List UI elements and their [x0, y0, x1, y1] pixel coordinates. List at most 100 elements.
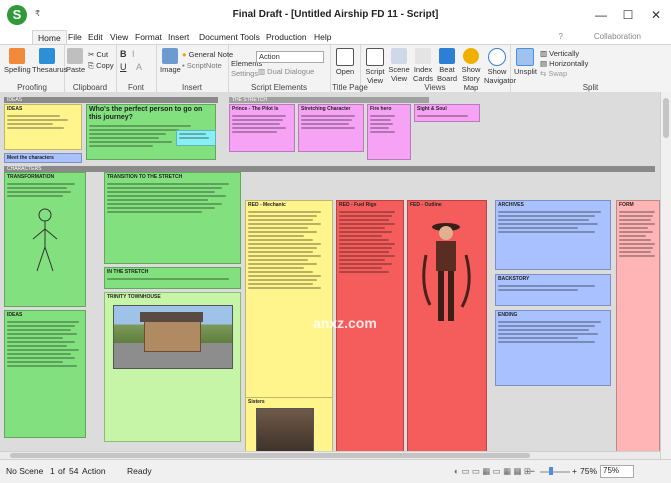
- meet-card[interactable]: Meet the characters: [4, 153, 82, 163]
- paste-icon: [67, 48, 83, 64]
- title-page-group: Open Title Page: [330, 45, 368, 93]
- font-group: B I U A Font: [116, 45, 157, 93]
- image-button[interactable]: Image: [160, 48, 181, 74]
- transition-card[interactable]: TRANSITION TO THE STRETCH: [104, 172, 241, 264]
- menu-view[interactable]: View: [110, 32, 128, 42]
- title-page-icon: [336, 48, 354, 66]
- zoom-in-button[interactable]: +: [572, 466, 577, 476]
- zoom-slider-thumb[interactable]: [549, 467, 553, 475]
- font-label: Font: [127, 83, 144, 92]
- in-stretch-card[interactable]: IN THE STRETCH: [104, 267, 241, 289]
- page-current: 1: [50, 466, 55, 476]
- vertical-scrollbar[interactable]: [660, 92, 671, 459]
- window-title: Final Draft - [Untitled Airship FD 11 - …: [232, 9, 439, 20]
- menu-document[interactable]: Document: [199, 32, 238, 42]
- thesaurus-icon: [39, 48, 55, 64]
- italic-button[interactable]: I: [132, 49, 135, 59]
- menu-tools[interactable]: Tools: [240, 32, 260, 42]
- close-button[interactable]: ✕: [641, 4, 671, 26]
- beat-board-canvas[interactable]: IDEAS CHARACTERS THE STRETCH IDEAS Meet …: [0, 92, 660, 459]
- spelling-button[interactable]: Spelling: [4, 48, 31, 74]
- cut-button[interactable]: ✂ Cut: [88, 50, 108, 59]
- vertical-scroll-thumb[interactable]: [663, 98, 669, 138]
- stretch-band: THE STRETCH: [229, 97, 429, 103]
- zoom-slider[interactable]: [540, 471, 570, 473]
- underline-button[interactable]: U: [120, 62, 127, 72]
- proofing-group: Spelling Thesaurus Proofing: [0, 45, 67, 93]
- menu-help[interactable]: Help: [314, 32, 331, 42]
- idea-card[interactable]: IDEAS: [4, 104, 82, 150]
- menu-bar: Home File Edit View Format Insert Docume…: [0, 30, 671, 45]
- help-icon[interactable]: ?: [559, 32, 563, 41]
- element-select[interactable]: Action: [256, 51, 324, 63]
- transformation-card[interactable]: TRANSFORMATION: [4, 172, 86, 307]
- maximize-button[interactable]: ☐: [613, 4, 643, 26]
- split-group: Unsplit ▥ Vertically ▤ Horizontally ⇆ Sw…: [510, 45, 671, 93]
- beat-board-button[interactable]: Beat Board: [436, 48, 458, 83]
- horizontal-scroll-thumb[interactable]: [10, 453, 530, 458]
- archives-card[interactable]: ARCHIVES: [495, 200, 611, 270]
- navigator-button[interactable]: Show Navigator: [484, 48, 516, 85]
- menu-insert[interactable]: Insert: [168, 32, 189, 42]
- page-total: 54: [69, 466, 79, 476]
- scene-view-button[interactable]: Scene View: [388, 48, 410, 83]
- story-map-icon: [463, 48, 479, 64]
- index-cards-button[interactable]: Index Cards: [412, 48, 434, 83]
- general-note-button[interactable]: ● General Note: [182, 50, 233, 59]
- note-icon: ●: [182, 50, 187, 59]
- beat-board-icon: [439, 48, 455, 64]
- menu-home[interactable]: Home: [32, 30, 67, 45]
- open-title-page-button[interactable]: Open: [334, 48, 356, 76]
- stretching-character-card[interactable]: Stretching Character: [298, 104, 364, 152]
- menu-production[interactable]: Production: [266, 32, 307, 42]
- view-buttons[interactable]: ◐ ▭ ▭ ▦ ▭ ▦ ▦ ⊞: [454, 466, 531, 477]
- fire-hero-card[interactable]: Fire hero: [367, 104, 411, 160]
- zoom-select[interactable]: 75%: [600, 465, 634, 478]
- spelling-icon: [9, 48, 25, 64]
- font-color-button[interactable]: A: [136, 62, 142, 72]
- collaboration-button[interactable]: Collaboration: [594, 32, 641, 41]
- split-horizontally-button[interactable]: ▤ Horizontally: [540, 59, 588, 68]
- image-icon: [162, 48, 178, 64]
- index-cards-icon: [415, 48, 431, 64]
- townhouse-card[interactable]: TRINITY TOWNHOUSE: [104, 292, 241, 442]
- ideas-list-card[interactable]: IDEAS: [4, 310, 86, 438]
- menu-file[interactable]: File: [68, 32, 82, 42]
- thesaurus-button[interactable]: Thesaurus: [32, 48, 67, 74]
- split-vertically-button[interactable]: ▥ Vertically: [540, 49, 579, 58]
- status-bar: No Scene 1 of 54 Action Ready ◐ ▭ ▭ ▦ ▭ …: [0, 459, 671, 483]
- scene-view-icon: [391, 48, 407, 64]
- script-view-icon: [366, 48, 384, 66]
- clipboard-label: Clipboard: [72, 83, 108, 92]
- house-photo: [113, 305, 233, 369]
- menu-format[interactable]: Format: [135, 32, 162, 42]
- pilot-card[interactable]: Prince - The Pilot Is: [229, 104, 295, 152]
- swap-button[interactable]: ⇆ Swap: [540, 69, 567, 78]
- minimize-button[interactable]: —: [586, 4, 616, 26]
- unsplit-button[interactable]: Unsplit: [514, 48, 537, 76]
- ending-card[interactable]: ENDING: [495, 310, 611, 386]
- scriptnote-button[interactable]: ▪ ScriptNote: [182, 61, 222, 70]
- scriptnote-icon: ▪: [182, 61, 185, 70]
- watermark: anxz.com: [313, 315, 377, 331]
- bold-button[interactable]: B: [120, 49, 127, 59]
- copy-button[interactable]: ⎘ Copy: [88, 61, 114, 71]
- clipboard-group: Paste ✂ Cut ⎘ Copy Clipboard: [64, 45, 117, 93]
- sight-soul-card[interactable]: Sight & Soul: [414, 104, 480, 122]
- settings-button[interactable]: Settings: [231, 69, 258, 78]
- research-card[interactable]: [176, 130, 216, 146]
- zoom-level: 75%: [580, 466, 598, 476]
- ideas-band: IDEAS: [4, 97, 218, 103]
- current-element: Action: [82, 466, 106, 476]
- script-view-button[interactable]: Script View: [364, 48, 386, 85]
- paste-button[interactable]: Paste: [66, 48, 85, 74]
- backstory-card[interactable]: BACKSTORY: [495, 274, 611, 306]
- dual-dialogue-button[interactable]: ▥ Dual Dialogue: [258, 67, 314, 76]
- outline-card[interactable]: FED - Outline: [407, 200, 487, 455]
- sisters-card[interactable]: Sisters: [245, 397, 333, 457]
- navigator-icon: [488, 48, 506, 66]
- menu-edit[interactable]: Edit: [88, 32, 103, 42]
- zoom-out-button[interactable]: −: [530, 466, 535, 476]
- character-illustration-icon: [422, 223, 471, 321]
- dream-card[interactable]: FORM: [616, 200, 660, 452]
